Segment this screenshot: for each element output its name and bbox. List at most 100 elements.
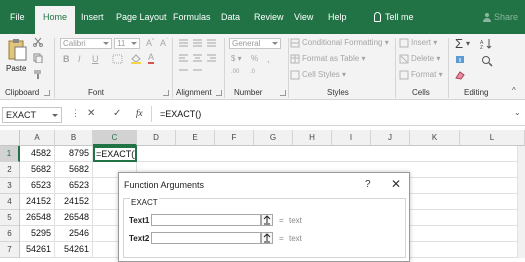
tab-help[interactable]: Help [328,12,347,22]
column-header[interactable]: H [293,130,332,146]
column-header[interactable]: E [176,130,215,146]
format-painter-icon[interactable] [33,69,43,79]
row-header[interactable]: 1 [0,146,20,162]
cell[interactable]: 24152 [55,194,93,210]
comma-icon[interactable]: , [267,54,270,64]
borders-icon[interactable] [112,54,124,64]
cell[interactable]: 26548 [55,210,93,226]
help-button[interactable]: ? [365,179,371,190]
format-button[interactable]: Format ▾ [411,70,443,79]
underline-icon[interactable]: U [92,54,99,64]
cell[interactable]: 5295 [20,226,55,242]
row-header[interactable]: 3 [0,178,20,194]
autosum-icon[interactable]: Σ [455,36,463,51]
vertical-scrollbar[interactable] [517,146,525,258]
text1-collapse-button[interactable] [261,214,273,226]
decrease-font-icon[interactable]: Aˇ [160,38,168,48]
tab-view[interactable]: View [294,12,313,22]
tab-review[interactable]: Review [254,12,284,22]
column-header[interactable]: K [410,130,460,146]
font-color-icon[interactable]: A [148,53,155,64]
share-button[interactable]: Share [483,12,518,22]
column-header[interactable]: D [137,130,176,146]
tab-formulas[interactable]: Formulas [173,12,211,22]
cell[interactable]: 8795 [55,146,93,162]
cell[interactable]: 5682 [55,162,93,178]
tab-file[interactable]: File [10,12,25,22]
clipboard-launcher[interactable] [44,90,50,96]
font-name-dropdown[interactable]: Calibri [60,38,112,49]
column-header[interactable]: J [371,130,410,146]
tell-me-search[interactable]: Tell me [374,12,414,22]
cell[interactable]: 54261 [55,242,93,258]
text2-input[interactable] [151,232,261,244]
copy-icon[interactable] [33,53,43,63]
increase-font-icon[interactable]: A^ [146,38,154,48]
insert-button[interactable]: Insert ▾ [411,38,437,47]
column-header[interactable]: B [55,130,93,146]
column-header[interactable]: C [93,130,137,146]
font-size-dropdown[interactable]: 11 [114,38,140,49]
cell[interactable]: 24152 [20,194,55,210]
sort-filter-icon[interactable]: AZ [480,38,494,50]
enter-icon[interactable]: ✓ [113,108,121,119]
currency-icon[interactable]: $ ▾ [231,54,242,63]
cell[interactable]: 2546 [55,226,93,242]
decrease-decimal-icon[interactable]: .0 [250,69,255,75]
alignment-launcher[interactable] [216,90,222,96]
number-format-dropdown[interactable]: General [229,38,281,49]
cut-icon[interactable] [33,37,43,47]
column-header[interactable]: I [332,130,371,146]
function-arguments-dialog: Function Arguments ? ✕ EXACT Text1 = tex… [118,172,410,262]
cell[interactable]: 6523 [55,178,93,194]
cancel-icon[interactable]: ✕ [87,108,95,119]
percent-icon[interactable]: % [251,54,258,63]
italic-icon[interactable]: I [78,54,81,64]
bold-icon[interactable]: B [63,54,70,64]
cell-styles-button[interactable]: Cell Styles ▾ [302,70,346,79]
active-cell[interactable]: =EXACT() [93,146,137,162]
row-header[interactable]: 6 [0,226,20,242]
more-options-icon: ⋮ [71,108,80,118]
row-header[interactable]: 2 [0,162,20,178]
tab-home[interactable]: Home [35,6,76,34]
name-box[interactable]: EXACT [2,107,62,123]
cell[interactable]: 6523 [20,178,55,194]
tab-data[interactable]: Data [221,12,240,22]
column-header[interactable]: L [460,130,525,146]
text2-collapse-button[interactable] [261,232,273,244]
clear-icon[interactable] [455,70,467,80]
expand-formula-bar-icon[interactable]: ⌄ [514,108,521,117]
select-all-corner[interactable] [0,130,20,146]
row-header[interactable]: 4 [0,194,20,210]
tab-insert[interactable]: Insert [81,12,104,22]
collapse-ribbon-icon[interactable]: ^ [512,86,516,95]
row-header[interactable]: 5 [0,210,20,226]
text1-input[interactable] [151,214,261,226]
cell[interactable]: 4582 [20,146,55,162]
formula-input[interactable]: =EXACT() [160,109,201,119]
number-launcher[interactable] [280,90,286,96]
column-header[interactable]: A [20,130,55,146]
insert-function-icon[interactable]: fx [136,108,143,118]
column-header[interactable]: G [254,130,293,146]
row-header[interactable]: 7 [0,242,20,258]
format-as-table-button[interactable]: Format as Table ▾ [302,54,365,63]
fill-icon[interactable] [455,55,467,65]
column-header[interactable]: F [215,130,254,146]
find-select-icon[interactable] [481,55,493,67]
cell[interactable]: 54261 [20,242,55,258]
font-launcher[interactable] [163,90,169,96]
fill-color-icon[interactable] [130,54,142,64]
delete-button[interactable]: Delete ▾ [411,54,440,63]
autosum-dropdown[interactable]: ▾ [466,39,470,48]
close-button[interactable]: ✕ [391,177,401,191]
cell[interactable]: 5682 [20,162,55,178]
increase-decimal-icon[interactable]: .00 [231,69,239,75]
divider [395,38,396,98]
tab-page-layout[interactable]: Page Layout [116,12,167,22]
conditional-formatting-button[interactable]: Conditional Formatting ▾ [302,38,389,47]
paste-button[interactable]: Paste [6,64,26,73]
cell[interactable]: 26548 [20,210,55,226]
alignment-icons[interactable] [178,38,222,82]
